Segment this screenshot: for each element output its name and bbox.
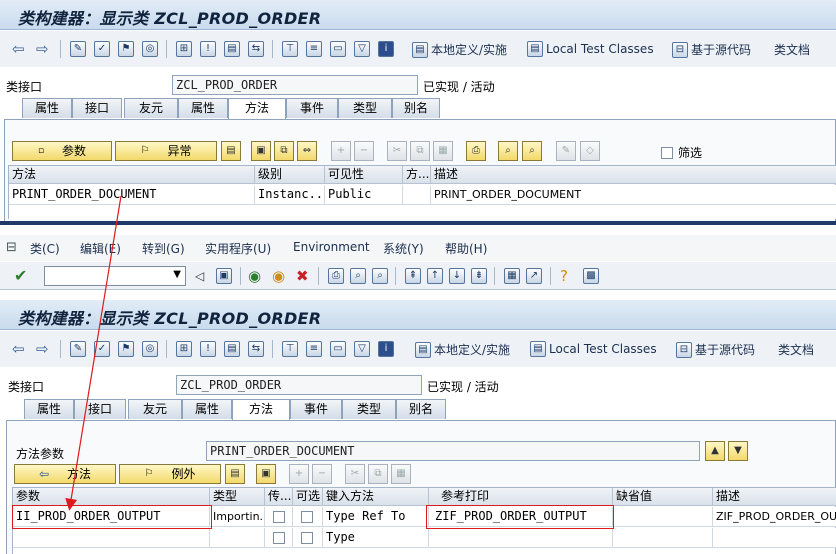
annotation-arrow bbox=[65, 195, 122, 511]
annotation-arrow-line bbox=[65, 195, 122, 511]
